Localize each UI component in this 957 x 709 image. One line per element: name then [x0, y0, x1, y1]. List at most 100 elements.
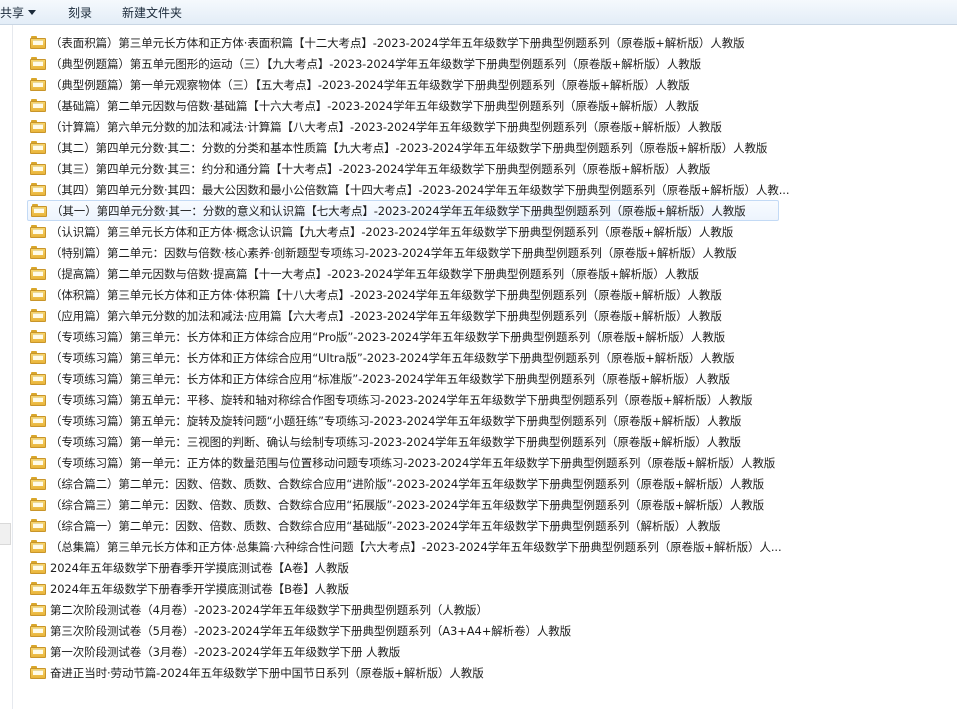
folder-name: （综合篇三）第二单元：因数、倍数、质数、合数综合应用“拓展版”-2023-202… [50, 497, 765, 512]
folder-item[interactable]: （认识篇）第三单元长方体和正方体·概念认识篇【九大考点】-2023-2024学年… [27, 221, 932, 242]
folder-icon [30, 393, 46, 406]
folder-item[interactable]: （其四）第四单元分数·其四：最大公因数和最小公倍数篇【十四大考点】-2023-2… [27, 179, 932, 200]
folder-name: （专项练习篇）第三单元：长方体和正方体综合应用“标准版”-2023-2024学年… [50, 371, 730, 386]
folder-icon [30, 435, 46, 448]
folder-item[interactable]: 2024年五年级数学下册春季开学摸底测试卷【B卷】人教版 [27, 578, 932, 599]
folder-icon [30, 498, 46, 511]
folder-item[interactable]: （应用篇）第六单元分数的加法和减法·应用篇【六大考点】-2023-2024学年五… [27, 305, 932, 326]
pane-splitter-handle[interactable] [0, 523, 11, 545]
folder-name: （基础篇）第二单元因数与倍数·基础篇【十六大考点】-2023-2024学年五年级… [50, 98, 699, 113]
folder-item[interactable]: （其二）第四单元分数·其二：分数的分类和基本性质篇【九大考点】-2023-202… [27, 137, 932, 158]
folder-icon [30, 519, 46, 532]
new-folder-label: 新建文件夹 [122, 5, 183, 20]
chevron-down-icon [28, 9, 37, 15]
folder-name: 奋进正当时·劳动节篇-2024年五年级数学下册中国节日系列（原卷版+解析版）人教… [50, 665, 484, 680]
folder-icon [30, 36, 46, 49]
folder-item[interactable]: 第三次阶段测试卷（5月卷）-2023-2024学年五年级数学下册典型例题系列（A… [27, 620, 932, 641]
share-button[interactable]: 共享 [0, 1, 68, 23]
folder-name: （体积篇）第三单元长方体和正方体·体积篇【十八大考点】-2023-2024学年五… [50, 287, 722, 302]
folder-icon [30, 624, 46, 637]
folder-icon [30, 162, 46, 175]
folder-icon [30, 414, 46, 427]
folder-item[interactable]: 奋进正当时·劳动节篇-2024年五年级数学下册中国节日系列（原卷版+解析版）人教… [27, 662, 932, 683]
folder-item[interactable]: （专项练习篇）第五单元：旋转及旋转问题“小题狂练”专项练习-2023-2024学… [27, 410, 932, 431]
folder-icon [30, 645, 46, 658]
folder-icon [30, 540, 46, 553]
folder-name: （表面积篇）第三单元长方体和正方体·表面积篇【十二大考点】-2023-2024学… [50, 35, 745, 50]
folder-icon [30, 477, 46, 490]
folder-icon [30, 246, 46, 259]
share-label: 共享 [0, 5, 25, 20]
command-toolbar: 共享 刻录 新建文件夹 [0, 0, 957, 25]
folder-item[interactable]: （典型例题篇）第一单元观察物体（三）【五大考点】-2023-2024学年五年级数… [27, 74, 932, 95]
folder-icon [30, 330, 46, 343]
folder-item[interactable]: （综合篇二）第二单元：因数、倍数、质数、合数综合应用“进阶版”-2023-202… [27, 473, 932, 494]
folder-icon [31, 204, 47, 217]
burn-label: 刻录 [68, 5, 93, 20]
folder-icon [30, 372, 46, 385]
folder-item[interactable]: （综合篇一）第二单元：因数、倍数、质数、合数综合应用“基础版”-2023-202… [27, 515, 932, 536]
folder-name: （典型例题篇）第一单元观察物体（三）【五大考点】-2023-2024学年五年级数… [50, 77, 690, 92]
folder-item[interactable]: （特别篇）第二单元：因数与倍数·核心素养·创新题型专项练习-2023-2024学… [27, 242, 932, 263]
folder-item[interactable]: （体积篇）第三单元长方体和正方体·体积篇【十八大考点】-2023-2024学年五… [27, 284, 932, 305]
folder-icon [30, 267, 46, 280]
folder-item[interactable]: （专项练习篇）第三单元：长方体和正方体综合应用“Ultra版”-2023-202… [27, 347, 932, 368]
folder-icon [30, 120, 46, 133]
folder-item[interactable]: 第二次阶段测试卷（4月卷）-2023-2024学年五年级数学下册典型例题系列（人… [27, 599, 932, 620]
folder-name: （其三）第四单元分数·其三：约分和通分篇【十大考点】-2023-2024学年五年… [50, 161, 711, 176]
folder-name: （其四）第四单元分数·其四：最大公因数和最小公倍数篇【十四大考点】-2023-2… [50, 182, 790, 197]
folder-name: （专项练习篇）第一单元：正方体的数量范围与位置移动问题专项练习-2023-202… [50, 455, 776, 470]
navigation-pane [0, 25, 13, 709]
folder-icon [30, 225, 46, 238]
folder-item[interactable]: （专项练习篇）第五单元：平移、旋转和轴对称综合作图专项练习-2023-2024学… [27, 389, 932, 410]
burn-button[interactable]: 刻录 [68, 1, 122, 23]
folder-item[interactable]: （专项练习篇）第一单元：三视图的判断、确认与绘制专项练习-2023-2024学年… [27, 431, 932, 452]
folder-icon [30, 141, 46, 154]
folder-item[interactable]: （基础篇）第二单元因数与倍数·基础篇【十六大考点】-2023-2024学年五年级… [27, 95, 932, 116]
folder-icon [30, 603, 46, 616]
folder-name: 2024年五年级数学下册春季开学摸底测试卷【B卷】人教版 [50, 581, 349, 596]
folder-name: （专项练习篇）第五单元：平移、旋转和轴对称综合作图专项练习-2023-2024学… [50, 392, 753, 407]
folder-item[interactable]: （专项练习篇）第三单元：长方体和正方体综合应用“Pro版”-2023-2024学… [27, 326, 932, 347]
folder-icon [30, 99, 46, 112]
file-list: （表面积篇）第三单元长方体和正方体·表面积篇【十二大考点】-2023-2024学… [27, 32, 957, 683]
folder-name: （其一）第四单元分数·其一：分数的意义和认识篇【七大考点】-2023-2024学… [51, 203, 746, 218]
folder-name: （综合篇二）第二单元：因数、倍数、质数、合数综合应用“进阶版”-2023-202… [50, 476, 765, 491]
folder-name: （计算篇）第六单元分数的加法和减法·计算篇【八大考点】-2023-2024学年五… [50, 119, 722, 134]
folder-icon [30, 288, 46, 301]
folder-icon [30, 582, 46, 595]
folder-name: 第二次阶段测试卷（4月卷）-2023-2024学年五年级数学下册典型例题系列（人… [50, 602, 488, 617]
folder-item[interactable]: （专项练习篇）第一单元：正方体的数量范围与位置移动问题专项练习-2023-202… [27, 452, 932, 473]
folder-item[interactable]: （其三）第四单元分数·其三：约分和通分篇【十大考点】-2023-2024学年五年… [27, 158, 932, 179]
folder-item[interactable]: （典型例题篇）第五单元图形的运动（三）【九大考点】-2023-2024学年五年级… [27, 53, 932, 74]
folder-item[interactable]: （提高篇）第二单元因数与倍数·提高篇【十一大考点】-2023-2024学年五年级… [27, 263, 932, 284]
folder-name: 第三次阶段测试卷（5月卷）-2023-2024学年五年级数学下册典型例题系列（A… [50, 623, 572, 638]
folder-name: （总集篇）第三单元长方体和正方体·总集篇·六种综合性问题【六大考点】-2023-… [50, 539, 782, 554]
folder-name: 第一次阶段测试卷（3月卷）-2023-2024学年五年级数学下册 人教版 [50, 644, 401, 659]
folder-icon [30, 57, 46, 70]
folder-name: （专项练习篇）第三单元：长方体和正方体综合应用“Ultra版”-2023-202… [50, 350, 735, 365]
folder-name: （特别篇）第二单元：因数与倍数·核心素养·创新题型专项练习-2023-2024学… [50, 245, 737, 260]
folder-item[interactable]: 第一次阶段测试卷（3月卷）-2023-2024学年五年级数学下册 人教版 [27, 641, 932, 662]
folder-item[interactable]: （计算篇）第六单元分数的加法和减法·计算篇【八大考点】-2023-2024学年五… [27, 116, 932, 137]
folder-icon [30, 666, 46, 679]
folder-item[interactable]: （其一）第四单元分数·其一：分数的意义和认识篇【七大考点】-2023-2024学… [27, 200, 779, 221]
new-folder-button[interactable]: 新建文件夹 [122, 1, 182, 23]
folder-icon [30, 351, 46, 364]
folder-item[interactable]: （表面积篇）第三单元长方体和正方体·表面积篇【十二大考点】-2023-2024学… [27, 32, 932, 53]
folder-name: （典型例题篇）第五单元图形的运动（三）【九大考点】-2023-2024学年五年级… [50, 56, 702, 71]
folder-name: （应用篇）第六单元分数的加法和减法·应用篇【六大考点】-2023-2024学年五… [50, 308, 722, 323]
folder-name: （专项练习篇）第一单元：三视图的判断、确认与绘制专项练习-2023-2024学年… [50, 434, 741, 449]
folder-name: （综合篇一）第二单元：因数、倍数、质数、合数综合应用“基础版”-2023-202… [50, 518, 721, 533]
folder-icon [30, 561, 46, 574]
folder-item[interactable]: （综合篇三）第二单元：因数、倍数、质数、合数综合应用“拓展版”-2023-202… [27, 494, 932, 515]
folder-icon [30, 456, 46, 469]
folder-name: （提高篇）第二单元因数与倍数·提高篇【十一大考点】-2023-2024学年五年级… [50, 266, 699, 281]
folder-item[interactable]: 2024年五年级数学下册春季开学摸底测试卷【A卷】人教版 [27, 557, 932, 578]
folder-icon [30, 309, 46, 322]
folder-icon [30, 78, 46, 91]
folder-item[interactable]: （专项练习篇）第三单元：长方体和正方体综合应用“标准版”-2023-2024学年… [27, 368, 932, 389]
folder-item[interactable]: （总集篇）第三单元长方体和正方体·总集篇·六种综合性问题【六大考点】-2023-… [27, 536, 932, 557]
folder-name: （认识篇）第三单元长方体和正方体·概念认识篇【九大考点】-2023-2024学年… [50, 224, 734, 239]
folder-name: （其二）第四单元分数·其二：分数的分类和基本性质篇【九大考点】-2023-202… [50, 140, 768, 155]
